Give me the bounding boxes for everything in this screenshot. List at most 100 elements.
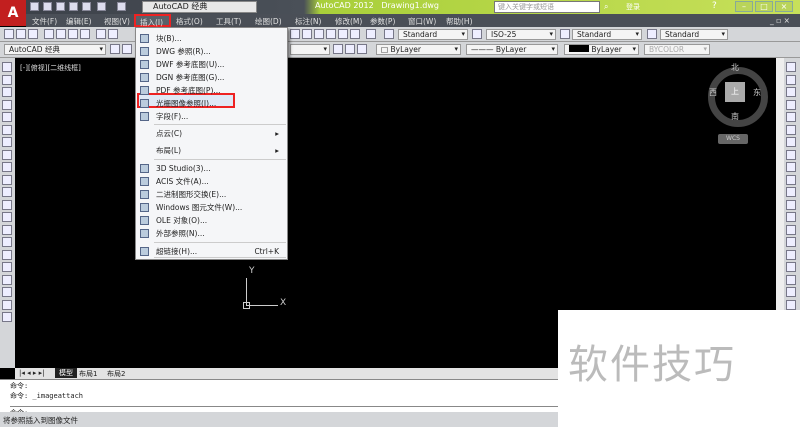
viewcube-north[interactable]: 北: [731, 62, 739, 73]
menu-window[interactable]: 窗口(W): [408, 16, 436, 27]
modify-tool-icon[interactable]: [786, 87, 796, 97]
menu-item-xref[interactable]: 外部参照(N)...: [136, 227, 287, 240]
workspace-settings-icon[interactable]: [110, 44, 120, 54]
modify-tool-icon[interactable]: [786, 274, 796, 285]
modify-tool-icon[interactable]: [786, 62, 796, 72]
modify-tool-icon[interactable]: [786, 112, 796, 122]
autocad-logo[interactable]: A: [0, 0, 26, 26]
modify-tool-icon[interactable]: [786, 74, 796, 85]
plotstyle-dropdown[interactable]: BYCOLOR: [644, 44, 710, 55]
viewcube[interactable]: 北 南 东 西 上: [708, 63, 768, 127]
workspace-dropdown[interactable]: AutoCAD 经典: [4, 44, 106, 55]
viewcube-south[interactable]: 南: [731, 111, 739, 122]
tab-nav-arrows[interactable]: |◂ ◂ ▸ ▸|: [19, 369, 44, 377]
modify-tool-icon[interactable]: [786, 174, 796, 185]
menu-item-dgn-underlay[interactable]: DGN 参考底图(G)...: [136, 71, 287, 84]
publish-icon[interactable]: [68, 29, 78, 39]
sheet-set-icon[interactable]: [326, 29, 336, 39]
saveas-icon[interactable]: [69, 2, 78, 11]
close-button[interactable]: ×: [775, 1, 793, 12]
layer-dropdown[interactable]: [290, 44, 330, 55]
properties-icon[interactable]: [290, 29, 300, 39]
modify-tool-icon[interactable]: [786, 249, 796, 260]
draw-tool-icon[interactable]: [2, 274, 12, 285]
print-icon[interactable]: [44, 29, 54, 39]
menu-format[interactable]: 格式(O): [176, 16, 203, 27]
layer-state-icon[interactable]: [345, 44, 355, 54]
modify-tool-icon[interactable]: [786, 262, 796, 272]
design-center-icon[interactable]: [302, 29, 312, 39]
tool-palette-icon[interactable]: [314, 29, 324, 39]
modify-tool-icon[interactable]: [786, 124, 796, 135]
draw-tool-icon[interactable]: [2, 99, 12, 110]
draw-tool-icon[interactable]: [2, 237, 12, 247]
menu-item-3d-studio[interactable]: 3D Studio(3)...: [136, 162, 287, 175]
modify-tool-icon[interactable]: [786, 149, 796, 160]
viewcube-top[interactable]: 上: [725, 82, 745, 102]
modify-tool-icon[interactable]: [786, 287, 796, 297]
viewcube-east[interactable]: 东: [753, 87, 761, 98]
draw-tool-icon[interactable]: [2, 287, 12, 297]
preview-icon[interactable]: [56, 29, 66, 39]
lineweight-dropdown[interactable]: ByLayer: [564, 44, 639, 55]
modify-tool-icon[interactable]: [786, 99, 796, 110]
menu-item-ole[interactable]: OLE 对象(O)...: [136, 214, 287, 227]
menu-modify[interactable]: 修改(M): [335, 16, 362, 27]
modify-tool-icon[interactable]: [786, 212, 796, 222]
menu-item-raster-image[interactable]: 光栅图像参照(I)...: [136, 97, 287, 110]
new-icon[interactable]: [30, 2, 39, 11]
3d-dwf-icon[interactable]: [80, 29, 90, 39]
draw-tool-icon[interactable]: [2, 249, 12, 260]
color-dropdown[interactable]: □ ByLayer: [376, 44, 461, 55]
draw-tool-icon[interactable]: [2, 262, 12, 272]
layer-tools-icon[interactable]: [357, 44, 367, 54]
draw-tool-icon[interactable]: [2, 74, 12, 85]
calculator-icon[interactable]: [350, 29, 360, 39]
doc-window-controls[interactable]: _ ▫ ×: [770, 16, 790, 25]
menu-item-field[interactable]: 字段(F)...: [136, 110, 287, 123]
new-icon[interactable]: [4, 29, 14, 39]
modify-tool-icon[interactable]: [786, 299, 796, 310]
modify-tool-icon[interactable]: [786, 199, 796, 210]
layer-icon[interactable]: [122, 44, 132, 54]
linetype-dropdown[interactable]: ——— ByLayer: [466, 44, 558, 55]
menu-edit[interactable]: 编辑(E): [66, 16, 92, 27]
menu-parameter[interactable]: 参数(P): [370, 16, 395, 27]
open-icon[interactable]: [16, 29, 26, 39]
help-icon[interactable]: [366, 29, 376, 39]
draw-tool-icon[interactable]: [2, 312, 12, 322]
help-icon[interactable]: ?: [712, 1, 717, 11]
menu-item-dwf-underlay[interactable]: DWF 参考底图(U)...: [136, 58, 287, 71]
copy-icon[interactable]: [108, 29, 118, 39]
menu-item-pdf-underlay[interactable]: PDF 参考底图(P)...: [136, 84, 287, 97]
menu-item-hyperlink[interactable]: 超链接(H)... Ctrl+K: [136, 245, 287, 258]
menu-item-acis[interactable]: ACIS 文件(A)...: [136, 175, 287, 188]
draw-tool-icon[interactable]: [2, 137, 12, 147]
markup-icon[interactable]: [338, 29, 348, 39]
dim-style-dropdown[interactable]: ISO-25: [486, 29, 556, 40]
ucs-menu-button[interactable]: WCS: [718, 134, 748, 144]
draw-tool-icon[interactable]: [2, 174, 12, 185]
draw-tool-icon[interactable]: [2, 199, 12, 210]
redo-icon[interactable]: [117, 2, 126, 11]
draw-tool-icon[interactable]: [2, 62, 12, 72]
menu-file[interactable]: 文件(F): [32, 16, 57, 27]
modify-tool-icon[interactable]: [786, 237, 796, 247]
menu-item-dwg-ref[interactable]: DWG 参照(R)...: [136, 45, 287, 58]
modify-tool-icon[interactable]: [786, 137, 796, 147]
draw-tool-icon[interactable]: [2, 187, 12, 197]
menu-tools[interactable]: 工具(T): [216, 16, 241, 27]
menu-view[interactable]: 视图(V): [104, 16, 130, 27]
layer-previous-icon[interactable]: [333, 44, 343, 54]
menu-draw[interactable]: 绘图(D): [255, 16, 282, 27]
menu-item-block[interactable]: 块(B)...: [136, 32, 287, 45]
text-style-dropdown[interactable]: Standard: [398, 29, 468, 40]
modify-tool-icon[interactable]: [786, 162, 796, 172]
text-style-icon[interactable]: [384, 29, 394, 39]
binoculars-icon[interactable]: ⌕: [604, 2, 608, 12]
draw-tool-icon[interactable]: [2, 112, 12, 122]
menu-item-layout[interactable]: 布局(L) ▸: [136, 144, 287, 157]
modify-tool-icon[interactable]: [786, 187, 796, 197]
menu-item-dxb[interactable]: 二进制图形交换(E)...: [136, 188, 287, 201]
mleader-style-dropdown[interactable]: Standard: [660, 29, 728, 40]
